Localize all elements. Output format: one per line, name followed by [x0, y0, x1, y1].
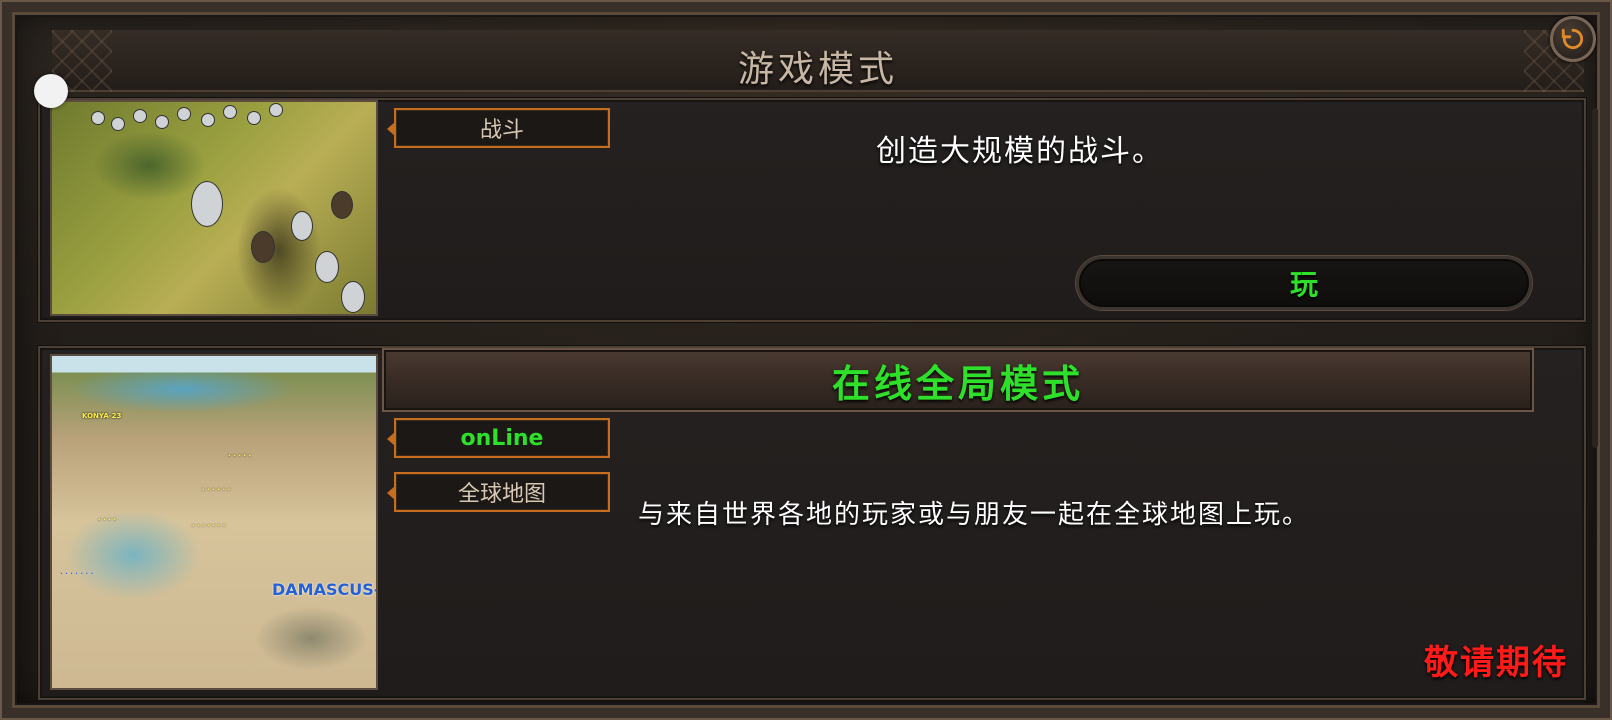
- tag-online: onLine: [387, 418, 610, 458]
- play-button[interactable]: 玩: [1076, 256, 1532, 310]
- world-map-thumbnail: KONYA-23 · · · · · · · · · · · · · · · ·…: [50, 354, 378, 690]
- battle-description: 创造大规模的战斗。: [876, 134, 1164, 169]
- page-title: 游戏模式: [737, 49, 898, 90]
- mode-card-online: KONYA-23 · · · · · · · · · · · · · · · ·…: [38, 346, 1586, 700]
- mode-card-battle: 战斗 创造大规模的战斗。 玩: [38, 98, 1586, 322]
- scrollbar[interactable]: [1592, 108, 1598, 448]
- back-button[interactable]: [1550, 16, 1596, 62]
- online-description: 与来自世界各地的玩家或与朋友一起在全球地图上玩。: [638, 500, 1311, 530]
- coming-soon-label: 敬请期待: [1424, 643, 1568, 683]
- title-bar: 游戏模式: [52, 30, 1584, 92]
- tag-global-map: 全球地图: [387, 472, 610, 512]
- battle-thumbnail: [50, 100, 378, 316]
- game-mode-window: 游戏模式 战斗 创造大规模的战斗。 玩 KONYA-23 · · · · · ·…: [0, 0, 1612, 720]
- map-label-damascus: DAMASCUS-15: [272, 580, 376, 599]
- touch-indicator: [34, 74, 68, 108]
- tag-battle: 战斗: [387, 108, 610, 148]
- online-mode-header: 在线全局模式: [382, 348, 1534, 412]
- map-label-konya: KONYA-23: [82, 412, 122, 420]
- undo-arrow-icon: [1561, 28, 1584, 50]
